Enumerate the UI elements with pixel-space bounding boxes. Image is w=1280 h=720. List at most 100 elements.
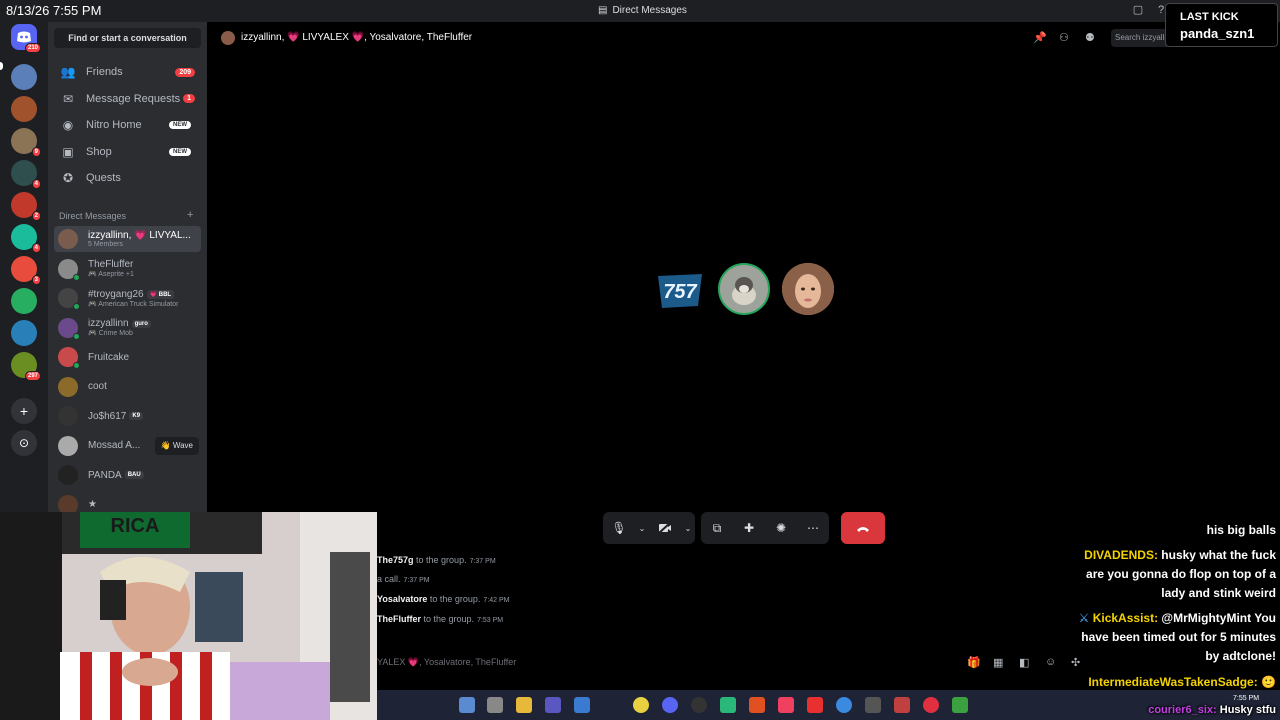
nav-item-nitro-home[interactable]: ◉ Nitro Home NEW: [54, 113, 201, 137]
server-icon[interactable]: 9: [11, 128, 41, 157]
overlay-message: are you gonna do flop on top of a: [1086, 567, 1276, 581]
dog-avatar-icon: [732, 277, 756, 305]
server-icon[interactable]: 3: [11, 256, 41, 285]
obs-icon[interactable]: [691, 697, 707, 713]
participant-tile-757[interactable]: 757: [654, 264, 706, 316]
message-text: to the group.: [429, 594, 481, 604]
activities-icon[interactable]: ✚: [733, 512, 765, 544]
avatar: [58, 347, 80, 369]
home-button[interactable]: 210: [11, 24, 41, 53]
emoji-icon[interactable]: ☺: [1045, 656, 1056, 668]
avatar: [58, 406, 78, 426]
avatar: [58, 465, 78, 485]
chrome-icon[interactable]: [633, 697, 649, 713]
overlay-text: Husky stfu: [1219, 704, 1276, 716]
dm-name-text: coot: [88, 381, 107, 392]
chevron-down-icon[interactable]: ⌄: [681, 512, 695, 544]
overlay-username: courier6_six:: [1148, 704, 1217, 716]
nav-item-message-requests[interactable]: ✉ Message Requests 1: [54, 87, 201, 111]
server-icon[interactable]: [11, 96, 37, 122]
sticker-icon[interactable]: ◧: [1019, 656, 1029, 669]
dm-item[interactable]: #troygang26 💗 BBL 🎮 American Truck Simulat…: [54, 285, 201, 311]
find-conversation-button[interactable]: Find or start a conversation: [54, 28, 201, 48]
girl-avatar-icon: [782, 263, 834, 315]
online-status-icon: [73, 332, 80, 340]
discord-taskbar-icon[interactable]: [662, 697, 678, 713]
overlay-username: KickAssist:: [1092, 611, 1159, 625]
app3-icon[interactable]: [894, 697, 910, 713]
dm-name-text: Mossad A...: [88, 440, 141, 451]
nav-item-shop[interactable]: ▣ Shop NEW: [54, 140, 201, 164]
server-icon[interactable]: 4: [11, 224, 41, 253]
dm-item[interactable]: TheFluffer 🎮 Aseprite +1: [54, 256, 201, 282]
dm-item[interactable]: Jo$h617 K9: [54, 403, 201, 429]
overlay-username: IntermediateWasTakenSadge:: [1088, 675, 1258, 689]
pin-icon[interactable]: 📌: [1033, 31, 1047, 44]
dm-item[interactable]: Fruitcake: [54, 344, 201, 370]
teams-icon[interactable]: [545, 697, 561, 713]
participant-tile-dog[interactable]: [718, 263, 770, 315]
overlay-text: @MrMightyMint You: [1161, 611, 1276, 625]
task-view-icon[interactable]: [487, 697, 503, 713]
soundboard-icon[interactable]: ✺: [765, 512, 797, 544]
message-user[interactable]: TheFluffer: [377, 614, 421, 624]
camera-off-icon[interactable]: [649, 512, 681, 544]
app-icon[interactable]: [807, 697, 823, 713]
file-explorer-icon[interactable]: [516, 697, 532, 713]
inbox-icon[interactable]: ▢: [1132, 4, 1144, 16]
screen-share-icon[interactable]: ⧉: [701, 512, 733, 544]
avatar: [58, 317, 80, 340]
kick-icon[interactable]: [720, 697, 736, 713]
dm-name-text: Jo$h617: [88, 410, 127, 422]
dm-name-text: Fruitcake: [88, 351, 130, 363]
search-input[interactable]: Search izzyallinn...: [1111, 29, 1171, 47]
server-icon[interactable]: [11, 320, 37, 346]
participant-tile-girl[interactable]: [782, 263, 834, 315]
chevron-down-icon[interactable]: ⌄: [635, 512, 649, 544]
gif-icon[interactable]: ▦: [993, 656, 1003, 669]
message-user[interactable]: The757g: [377, 555, 414, 565]
server-icon[interactable]: 4: [11, 160, 41, 189]
dm-icon: ▤: [598, 5, 608, 16]
music-icon[interactable]: [778, 697, 794, 713]
app2-icon[interactable]: [865, 697, 881, 713]
system-message: The757g to the group. 7:37 PM: [377, 555, 496, 565]
dm-item[interactable]: PANDA BAU: [54, 462, 201, 488]
nav-badge: 1: [183, 94, 195, 104]
widgets-icon[interactable]: [459, 697, 475, 713]
dm-item[interactable]: Mossad A... 👋 Wave: [54, 433, 201, 459]
apps-icon[interactable]: ✣: [1071, 656, 1080, 669]
disconnect-button[interactable]: [841, 512, 885, 544]
dm-item[interactable]: coot: [54, 374, 201, 400]
add-dm-icon[interactable]: +: [187, 209, 193, 221]
server-icon[interactable]: 297: [11, 352, 41, 381]
more-icon[interactable]: ⋯: [797, 512, 829, 544]
dm-name-text: izzyallinn, 💗 LIVYAL...: [88, 230, 191, 241]
server-icon[interactable]: [11, 288, 37, 314]
server-icon[interactable]: [11, 64, 37, 90]
timestamp: 7:53 PM: [477, 617, 504, 624]
brave-icon[interactable]: [749, 697, 765, 713]
add-server-icon[interactable]: +: [11, 398, 37, 424]
xbox-icon[interactable]: [952, 697, 968, 713]
nav-item-quests[interactable]: ✪ Quests: [54, 166, 201, 190]
system-message: a call. 7:37 PM: [377, 574, 430, 584]
member-list-icon[interactable]: ⚉: [1085, 31, 1095, 44]
message-input[interactable]: YALEX 💗, Yosalvatore, TheFluffer: [377, 657, 516, 668]
nav-item-friends[interactable]: 👥 Friends 209: [54, 60, 201, 84]
dm-item[interactable]: izzyallinn, 💗 LIVYAL... 5 Members: [54, 226, 201, 252]
streamer-webcam-image: RICA: [0, 512, 377, 720]
overlay-message: lady and stink weird: [1161, 586, 1276, 600]
wave-button[interactable]: 👋 Wave: [154, 436, 199, 455]
add-friend-icon[interactable]: ⚇: [1059, 31, 1069, 44]
explore-icon[interactable]: ⊙: [11, 430, 37, 456]
server-icon[interactable]: 2: [11, 192, 41, 221]
store-icon[interactable]: [574, 697, 590, 713]
help-taskbar-icon[interactable]: [836, 697, 852, 713]
mail-icon: ✉: [62, 91, 74, 106]
microphone-icon[interactable]: 🎙: [603, 512, 635, 544]
opera-icon[interactable]: [923, 697, 939, 713]
gift-icon[interactable]: 🎁: [967, 656, 981, 669]
message-user[interactable]: Yosalvatore: [377, 594, 427, 604]
dm-item[interactable]: izzyallinn guro 🎮 Crime Mob: [54, 315, 201, 341]
